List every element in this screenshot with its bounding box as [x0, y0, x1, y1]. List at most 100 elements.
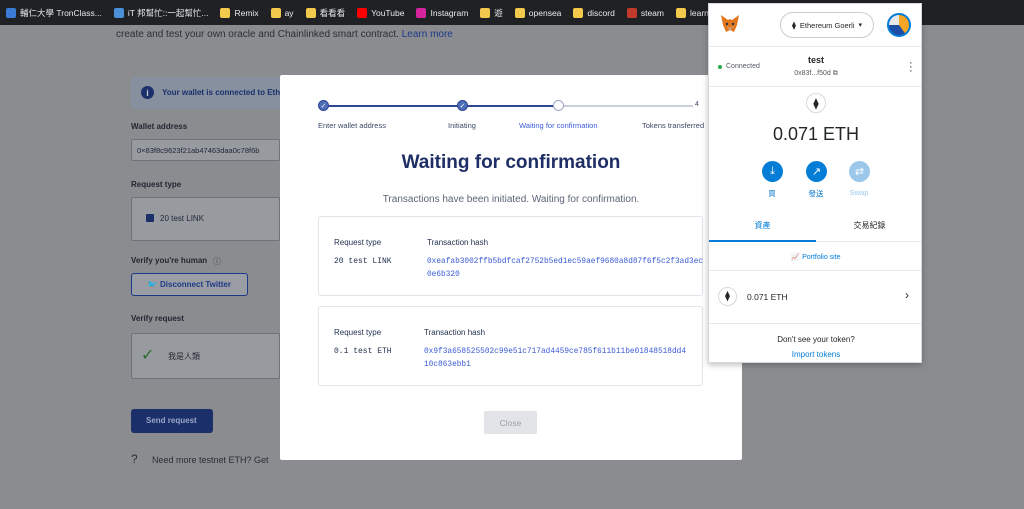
swap-button[interactable]: ⇄ — [849, 161, 870, 182]
twitter-icon: 🐦 — [147, 280, 157, 289]
verify-human-label: Verify you're human — [131, 256, 208, 265]
bookmark-label: 遊 — [494, 7, 503, 18]
modal-subtitle: Transactions have been initiated. Waitin… — [382, 194, 640, 205]
network-selector[interactable]: ⧫ Ethereum Goerli ▾ — [780, 12, 874, 38]
send-label: 發送 — [808, 189, 824, 198]
arrow-up-right-icon: ↗ — [811, 166, 822, 178]
asset-row-eth[interactable] — [709, 271, 923, 323]
bookmark-10[interactable]: steam — [626, 0, 664, 25]
send-request-label: Send request — [146, 416, 197, 425]
send-button[interactable]: ↗ — [806, 161, 827, 182]
bookmark-1[interactable]: iT 邦幫忙::一起幫忙... — [113, 0, 208, 25]
youtube-icon — [357, 7, 368, 18]
request-type-label: Request type — [131, 180, 182, 189]
chevron-right-icon: › — [905, 288, 909, 302]
bookmark-4[interactable]: 看看看 — [305, 0, 346, 25]
step-label-3: Waiting for confirmation — [519, 121, 598, 130]
asset-amount: 0.071 ETH — [747, 292, 788, 302]
close-button[interactable]: Close — [484, 411, 537, 434]
bookmark-label: 看看看 — [319, 7, 346, 18]
swap-label: Swap — [849, 188, 869, 197]
bookmark-8[interactable]: opensea — [514, 0, 562, 25]
swap-icon: ⇄ — [854, 166, 865, 178]
bookmark-icon — [6, 7, 16, 18]
bookmark-label: opensea — [528, 7, 562, 18]
folder-icon — [675, 7, 686, 18]
bookmark-0[interactable]: 輔仁大學 TronClass... — [6, 0, 102, 25]
tab-assets[interactable]: 資產 — [709, 220, 816, 231]
dont-see-token-text: Don't see your token? — [777, 335, 855, 344]
folder-icon — [573, 7, 584, 18]
tx-request-label: Request type — [334, 328, 382, 337]
request-type-value: 20 test LINK — [160, 214, 205, 223]
folder-icon — [305, 7, 316, 18]
network-icon: ⧫ — [791, 20, 796, 30]
tx-hash-link[interactable]: 0x9f3a658525502c99e51c717ad4459ce785f611… — [424, 346, 686, 372]
account-avatar[interactable] — [887, 13, 911, 37]
check-icon: ✓ — [141, 347, 155, 364]
folder-icon — [480, 7, 491, 18]
steam-icon — [626, 7, 637, 18]
stepper-line-pending — [558, 105, 693, 107]
network-label: Ethereum Goerli — [799, 20, 855, 30]
bookmark-6[interactable]: Instagram — [416, 0, 468, 25]
active-tab-indicator — [709, 240, 816, 242]
learn-more-link[interactable]: Learn more — [402, 29, 453, 40]
bookmark-label: discord — [587, 7, 615, 18]
account-name: test — [807, 55, 824, 65]
tx-hash-label: Transaction hash — [427, 238, 489, 247]
bookmark-7[interactable]: 遊 — [480, 0, 503, 25]
connected-dot-icon — [718, 64, 722, 69]
stepper-line-done — [323, 105, 558, 107]
intro-text: create and test your own oracle and Chai… — [116, 29, 453, 40]
wallet-connected-text: Your wallet is connected to Eth — [162, 88, 280, 97]
kebab-menu-icon[interactable]: · · · — [909, 58, 913, 77]
metamask-fox-icon — [719, 13, 741, 35]
tx-request-label: Request type — [334, 238, 382, 247]
chart-icon: 📈 — [791, 254, 801, 261]
bookmark-icon — [113, 7, 124, 18]
divider — [709, 46, 921, 47]
bookmark-label: 輔仁大學 TronClass... — [20, 7, 102, 18]
step-done-icon: ✓ — [457, 100, 468, 111]
tx-hash-label: Transaction hash — [424, 328, 486, 337]
bookmark-5[interactable]: YouTube — [357, 0, 404, 25]
instagram-icon — [416, 7, 427, 18]
bookmark-3[interactable]: ay — [270, 0, 294, 25]
folder-icon — [220, 7, 231, 18]
disconnect-twitter-label: Disconnect Twitter — [160, 280, 231, 289]
need-more-text: Need more testnet ETH? Get — [152, 455, 269, 465]
bookmark-2[interactable]: Remix — [220, 0, 259, 25]
bookmark-label: steam — [640, 7, 664, 18]
tab-activity[interactable]: 交易紀錄 — [816, 220, 923, 231]
step-label-2: Initiating — [448, 121, 476, 130]
checkbox-icon[interactable] — [146, 214, 154, 222]
info-circle-icon: ⓘ — [213, 257, 221, 266]
step-label-4: Tokens transferred — [642, 121, 705, 130]
bookmark-9[interactable]: discord — [573, 0, 615, 25]
tx-hash-link[interactable]: 0xeafab3002ffb5bdfcaf2752b5ed1ec59aef968… — [427, 256, 703, 282]
wallet-address-value: 0×83f8c9623f21ab47463daa0c78f6b — [137, 146, 260, 155]
folder-icon — [514, 7, 525, 18]
folder-icon — [270, 7, 281, 18]
portfolio-link[interactable]: 📈 Portfolio site — [709, 253, 923, 261]
info-icon: i — [141, 86, 154, 99]
tx-request-value: 0.1 test ETH — [334, 347, 392, 356]
bookmark-label: Instagram — [430, 7, 469, 18]
buy-button[interactable]: ⤓ — [762, 161, 783, 182]
eth-logo-icon: ⧫ — [806, 93, 826, 113]
buy-label: 買 — [768, 189, 776, 198]
step-current-icon — [553, 100, 564, 111]
help-icon: ? — [131, 452, 138, 466]
step-label-1: Enter wallet address — [318, 121, 386, 130]
balance: 0.071 ETH — [772, 124, 860, 144]
verify-request-label: Verify request — [131, 314, 184, 323]
step-4-number: 4 — [695, 101, 699, 108]
divider — [709, 86, 921, 87]
bookmark-label: ay — [284, 7, 294, 18]
divider — [709, 323, 921, 324]
import-tokens-link[interactable]: Import tokens — [709, 350, 923, 359]
step-done-icon: ✓ — [318, 100, 329, 111]
modal-title: Waiting for confirmation — [401, 152, 621, 173]
account-address[interactable]: 0x83f...f50d ⧉ — [709, 70, 923, 78]
